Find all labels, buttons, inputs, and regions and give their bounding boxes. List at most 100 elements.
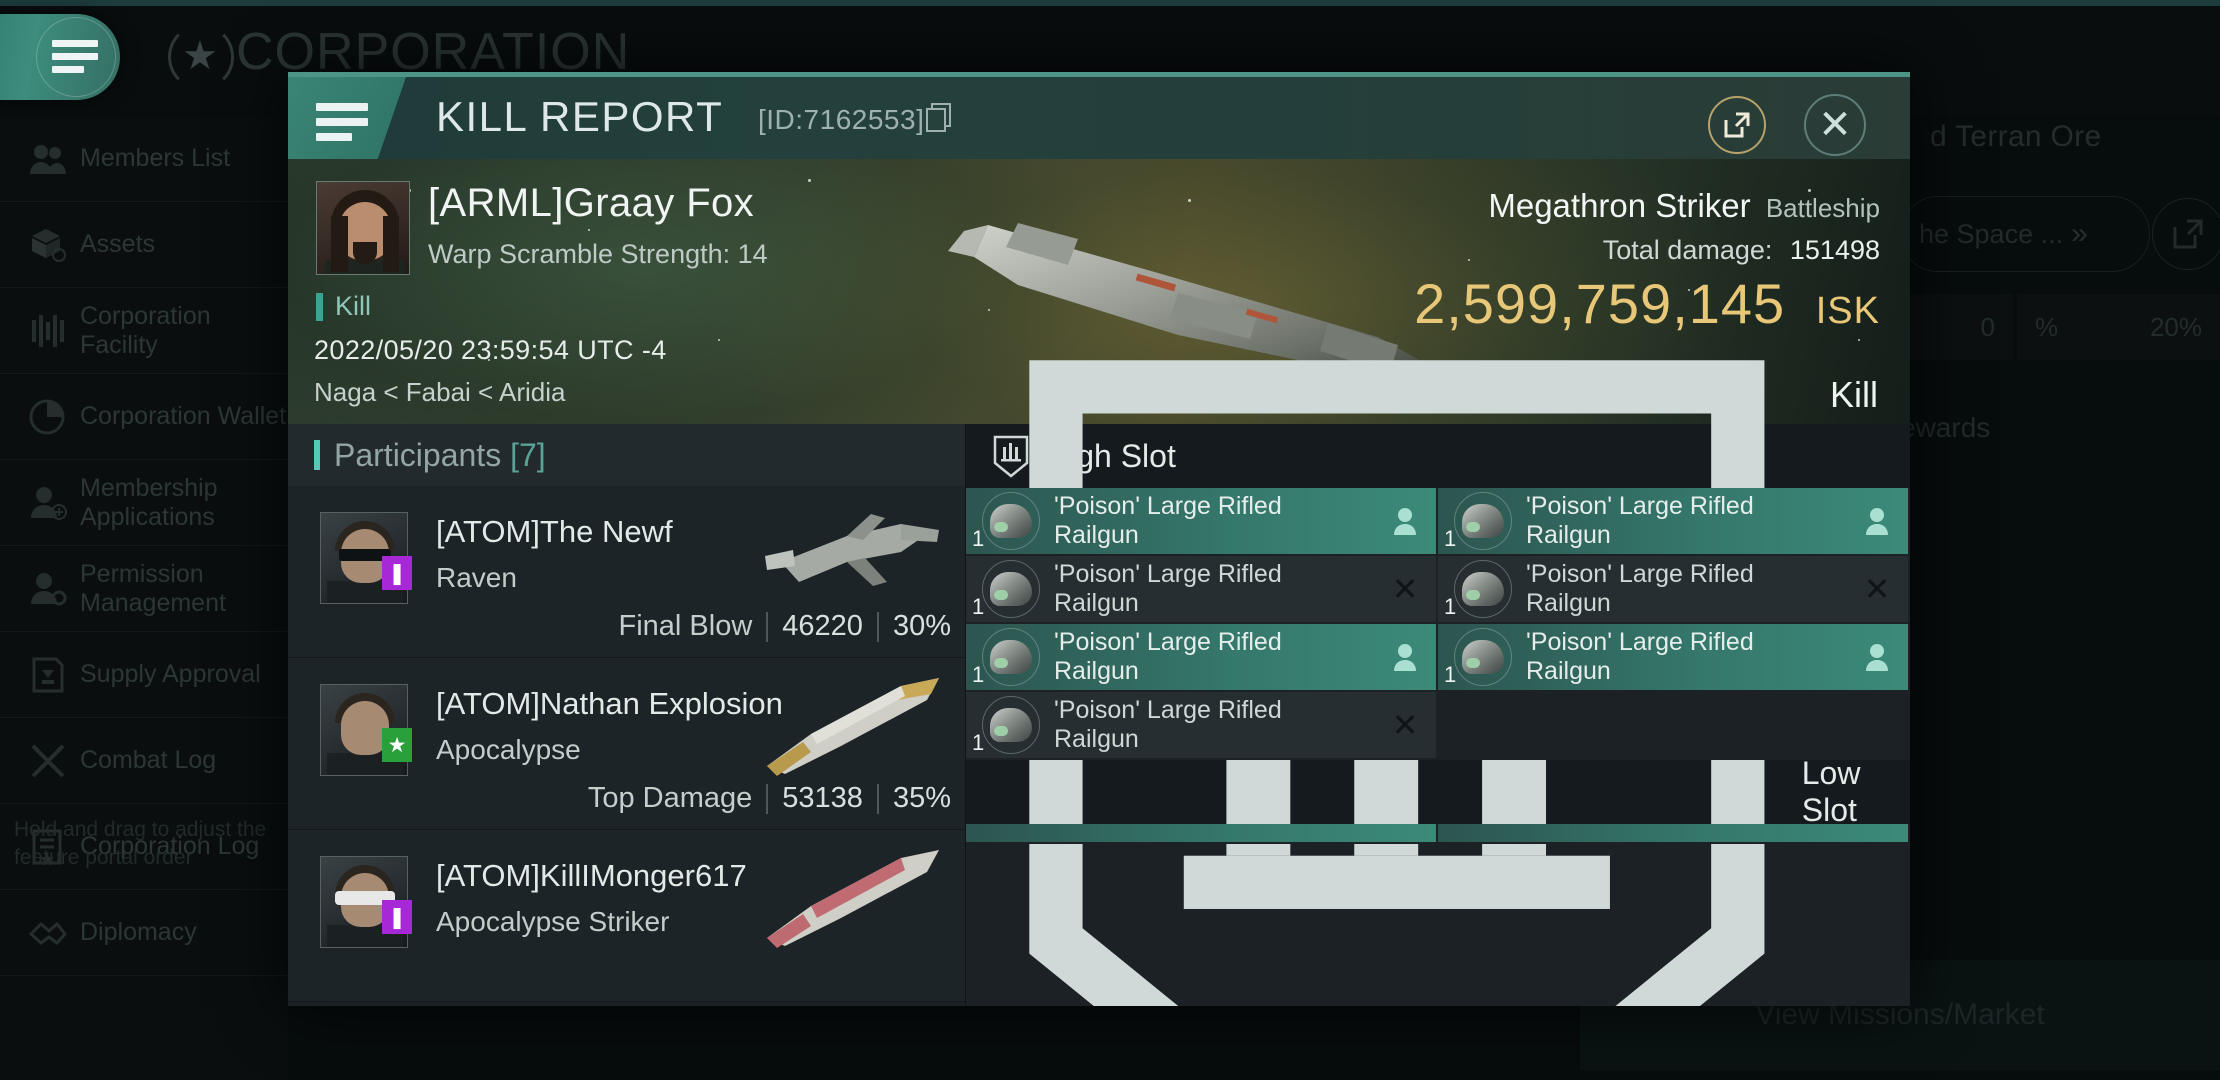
section-marker <box>314 440 320 470</box>
diplomacy-icon <box>22 911 74 955</box>
victim-avatar <box>316 181 410 275</box>
victim-ship-name: Megathron Striker <box>1488 187 1751 224</box>
report-id: [ID:7162553] <box>758 104 925 135</box>
module-name: 'Poison' Large Rifled Railgun <box>1526 492 1754 549</box>
space-filter-label: he Space ... <box>1919 218 2064 249</box>
module-status-dropped <box>1374 643 1436 671</box>
participant-row[interactable]: ★ [ATOM]Nathan Explosion Apocalypse Top … <box>288 658 965 830</box>
module-icon <box>1454 628 1512 686</box>
screen: ★ CORPORATION Members List Assets Corpor… <box>0 0 2220 1080</box>
module-slot-empty <box>1438 692 1910 760</box>
external-link-button[interactable] <box>2152 198 2220 270</box>
module-item[interactable]: 1 'Poison' Large Rifled Railgun <box>966 624 1438 692</box>
supply-icon <box>22 653 74 697</box>
dialog-menu-button[interactable] <box>288 77 406 159</box>
membership-icon <box>22 481 74 525</box>
participant-badge: ❚ <box>382 900 412 934</box>
kill-tag-marker <box>316 292 323 321</box>
participant-ship: Raven <box>436 562 517 593</box>
victim-name: [ARML]Graay Fox <box>428 181 755 225</box>
kill-location: Naga < Fabai < Aridia <box>314 377 566 407</box>
low-slot-label: Low Slot <box>1801 755 1861 828</box>
sidebar-item-supply-approval[interactable]: Supply Approval <box>0 632 288 718</box>
copy-icon[interactable] <box>926 103 954 133</box>
module-qty: 1 <box>972 730 985 755</box>
sidebar-item-corporation-wallet[interactable]: Corporation Wallet <box>0 374 288 460</box>
dialog-body: Participants [7] ❚ [ATOM]The Newf Raven <box>288 360 1910 1006</box>
module-item[interactable]: 1 'Poison' Large Rifled Railgun <box>1438 624 1910 692</box>
total-damage: Total damage: 151498 <box>1603 235 1880 266</box>
close-icon: ✕ <box>1818 103 1852 147</box>
participant-ship-thumb <box>765 514 939 586</box>
module-icon <box>982 696 1040 754</box>
high-slot-modules: 1 'Poison' Large Rifled Railgun 1 'Poiso… <box>966 488 1910 760</box>
isk-unit: ISK <box>1815 290 1880 332</box>
sidebar-item-combat-log[interactable]: Combat Log <box>0 718 288 804</box>
sidebar-item-permission-management[interactable]: Permission Management <box>0 546 288 632</box>
kill-report-dialog: KILL REPORT [ID:7162553] ✕ [ARML]Graay F… <box>288 72 1910 1006</box>
participants-header: Participants [7] <box>288 424 965 486</box>
module-status-dropped <box>1846 643 1908 671</box>
sidebar-item-corporation-facility[interactable]: Corporation Facility <box>0 288 288 374</box>
kill-tag: Kill <box>316 291 371 322</box>
module-status-destroyed: ✕ <box>1846 573 1908 605</box>
person-icon <box>1394 508 1416 535</box>
participant-row[interactable]: ❚ [ATOM]KillIMonger617 Apocalypse Strike… <box>288 830 965 1002</box>
participant-percent: 35% <box>892 782 951 814</box>
ore-title: d Terran Ore <box>1930 120 2102 153</box>
participant-ship: Apocalypse Striker <box>436 906 670 937</box>
module-item[interactable]: 1 'Poison' Large Rifled Railgun ✕ <box>966 556 1438 624</box>
external-link-icon <box>2173 219 2203 249</box>
sidebar-item-members-list[interactable]: Members List <box>0 116 288 202</box>
participant-stat-label: Top Damage <box>587 782 753 814</box>
module-status-destroyed: ✕ <box>1374 573 1436 605</box>
sidebar-item-label: Permission Management <box>80 559 226 617</box>
module-qty: 1 <box>972 594 985 619</box>
participant-stat-label: Final Blow <box>618 610 753 642</box>
sidebar: Members List Assets Corporation Facility… <box>0 116 288 1080</box>
victim-ship-info: Megathron Striker Battleship <box>1488 187 1880 225</box>
sidebar-item-label: Membership Applications <box>80 473 218 531</box>
sidebar-hint: Hold and drag to adjust the feature port… <box>14 818 267 870</box>
sidebar-item-membership-applications[interactable]: Membership Applications <box>0 460 288 546</box>
participant-row[interactable]: ❚ [ATOM]The Newf Raven Final Blow 46220 <box>288 486 965 658</box>
export-button[interactable] <box>1708 96 1766 154</box>
module-icon <box>982 628 1040 686</box>
module-icon <box>1454 560 1512 618</box>
total-damage-value: 151498 <box>1789 235 1880 265</box>
module-item[interactable]: 1 'Poison' Large Rifled Railgun <box>966 488 1438 556</box>
module-icon <box>1454 492 1512 550</box>
module-name: 'Poison' Large Rifled Railgun <box>1054 560 1282 617</box>
kill-timestamp: 2022/05/20 23:59:54 UTC -4 <box>314 335 667 365</box>
participants-title-text: Participants <box>334 436 502 473</box>
module-qty: 1 <box>972 662 985 687</box>
main-menu-button[interactable] <box>0 14 120 100</box>
sidebar-item-assets[interactable]: Assets <box>0 202 288 288</box>
close-icon: ✕ <box>1863 571 1891 607</box>
module-item[interactable]: 1 'Poison' Large Rifled Railgun ✕ <box>966 692 1438 760</box>
low-slot-header: Low Slot <box>966 360 1910 1006</box>
sidebar-item-diplomacy[interactable]: Diplomacy <box>0 890 288 976</box>
rewards-label: ewards <box>1900 412 1991 443</box>
module-item[interactable] <box>966 824 1438 844</box>
fitting-panel: High Slot 1 'Poison' Large Rifled Railgu… <box>966 360 1910 1006</box>
module-status-destroyed: ✕ <box>1374 709 1436 741</box>
module-status-dropped <box>1846 507 1908 535</box>
close-button[interactable]: ✕ <box>1804 94 1866 156</box>
participant-ship-thumb <box>767 678 939 776</box>
combat-icon <box>22 739 74 783</box>
participant-percent: 30% <box>892 610 951 642</box>
dialog-title: KILL REPORT <box>436 93 724 140</box>
low-slot-modules <box>966 824 1910 844</box>
participant-name: [ATOM]The Newf <box>436 514 673 549</box>
space-filter-pill[interactable]: he Space ... » <box>1900 196 2150 272</box>
module-item[interactable]: 1 'Poison' Large Rifled Railgun <box>1438 488 1910 556</box>
facility-icon <box>22 309 74 353</box>
assets-icon <box>22 223 74 267</box>
participant-damage: 46220 <box>782 610 863 642</box>
hamburger-icon <box>52 40 98 74</box>
module-item[interactable]: 1 'Poison' Large Rifled Railgun ✕ <box>1438 556 1910 624</box>
person-icon <box>1866 644 1888 671</box>
sidebar-item-label: Members List <box>80 144 231 173</box>
module-item[interactable] <box>1438 824 1910 844</box>
